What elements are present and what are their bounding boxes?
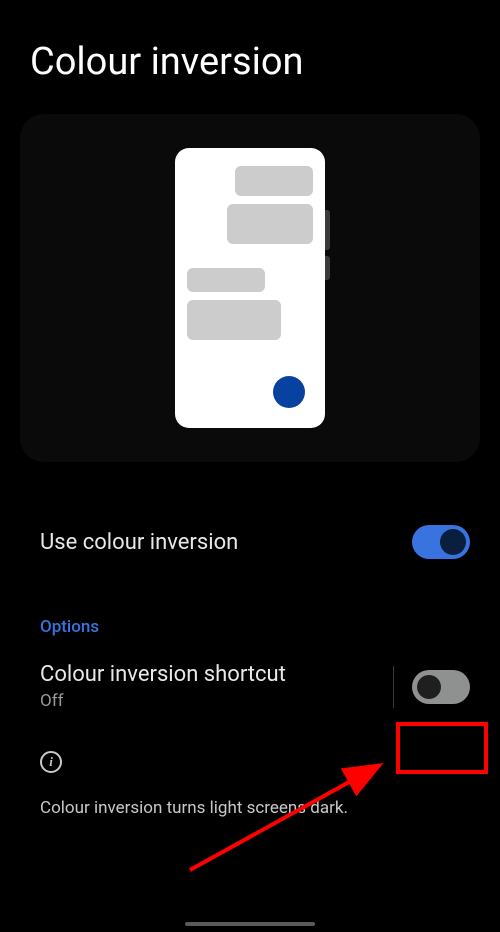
use-colour-inversion-label: Use colour inversion — [40, 530, 238, 555]
fab-icon — [273, 376, 305, 408]
shortcut-status: Off — [40, 691, 375, 711]
use-colour-inversion-row[interactable]: Use colour inversion — [0, 507, 500, 577]
shortcut-label: Colour inversion shortcut — [40, 662, 375, 687]
colour-inversion-shortcut-row[interactable]: Colour inversion shortcut Off — [0, 652, 500, 721]
options-header: Options — [0, 577, 500, 652]
description-text: Colour inversion turns light screens dar… — [0, 783, 500, 833]
page-title: Colour inversion — [0, 0, 500, 114]
info-section: i — [0, 721, 500, 783]
chat-bubble — [187, 268, 265, 292]
phone-mockup — [175, 148, 325, 428]
chat-bubble — [227, 204, 313, 244]
preview-illustration — [20, 114, 480, 462]
navigation-bar[interactable] — [185, 922, 315, 926]
shortcut-toggle[interactable] — [412, 670, 470, 704]
info-icon: i — [40, 751, 62, 773]
use-colour-inversion-toggle[interactable] — [412, 525, 470, 559]
chat-bubble — [235, 166, 313, 196]
divider — [393, 666, 394, 708]
chat-bubble — [187, 300, 281, 340]
